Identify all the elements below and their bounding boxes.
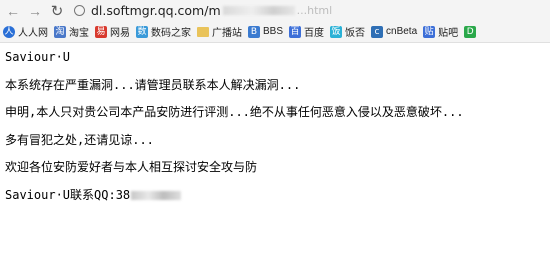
- bookmark-label: 百度: [304, 28, 325, 39]
- url-host: dl.softmgr.qq.com/: [91, 3, 209, 18]
- qq-number-redacted: [131, 190, 182, 200]
- bookmark-label: 饭否: [345, 28, 366, 39]
- mydigit-icon: 数: [136, 25, 148, 38]
- url-visible-prefix: m: [208, 3, 221, 18]
- bookmark-tieba[interactable]: 贴贴吧: [423, 24, 458, 39]
- page-info-icon[interactable]: [74, 5, 85, 16]
- bookmark-label: 贴吧: [438, 28, 459, 39]
- cnbeta-icon: c: [371, 25, 384, 38]
- fanfou-icon: 饭: [330, 25, 343, 38]
- browser-toolbar: ← → ↻ dl.softmgr.qq.com/ m ...html: [0, 0, 550, 21]
- folder-icon: [197, 26, 209, 37]
- bookmark-folder[interactable]: 广播站: [197, 24, 242, 39]
- disclaimer: 申明,本人只对贵公司本产品安防进行评测...绝不从事任何恶意入侵以及恶意破坏..…: [5, 105, 464, 119]
- page-content: Saviour·U 本系统存在严重漏洞...请管理员联系本人解决漏洞... 申明…: [5, 51, 464, 216]
- netease-icon: 易: [95, 25, 107, 38]
- contact-qq: Saviour·U联系QQ:38: [5, 187, 131, 202]
- bookmark-fanfou[interactable]: 饭饭否: [330, 24, 365, 39]
- bookmarks-bar: 人人人网淘淘宝易网易数数码之家 广播站 B BBS 百百度饭饭否 c cnBeta 贴贴吧 D: [0, 21, 550, 43]
- bookmark-label: 广播站: [212, 28, 242, 39]
- bookmark-label: 数码之家: [151, 28, 191, 39]
- bookmark-renren[interactable]: 人人人网: [3, 24, 48, 39]
- bbs-icon: B: [248, 25, 260, 38]
- vulnerability-notice: 本系统存在严重漏洞...请管理员联系本人解决漏洞...: [5, 77, 301, 92]
- url-redacted: [222, 6, 295, 15]
- forward-button[interactable]: →: [26, 2, 44, 20]
- back-button[interactable]: ←: [4, 2, 22, 20]
- reload-button[interactable]: ↻: [48, 2, 66, 20]
- author-name: Saviour·U: [5, 50, 71, 64]
- taobao-icon: 淘: [54, 25, 66, 38]
- apology: 多有冒犯之处,还请见谅...: [5, 132, 154, 147]
- bookmark-green-app[interactable]: D: [464, 25, 479, 38]
- bookmark-bbs[interactable]: B BBS: [248, 25, 284, 38]
- url-tail: ...html: [296, 4, 333, 17]
- bookmark-label: BBS: [263, 26, 284, 37]
- back-arrow-icon: ←: [6, 2, 20, 19]
- bookmark-label: 淘宝: [69, 28, 89, 39]
- address-bar[interactable]: dl.softmgr.qq.com/ m ...html: [74, 3, 332, 18]
- contact-line: Saviour·U联系QQ:38: [5, 189, 464, 201]
- bookmark-cnbeta[interactable]: c cnBeta: [371, 25, 418, 38]
- forward-arrow-icon: →: [28, 2, 42, 19]
- bookmark-baidu[interactable]: 百百度: [289, 24, 324, 39]
- tieba-icon: 贴: [423, 25, 436, 38]
- bookmark-label: 人人网: [18, 28, 48, 39]
- green-app-icon: D: [464, 25, 477, 38]
- bookmark-netease[interactable]: 易网易: [95, 24, 130, 39]
- baidu-icon: 百: [289, 25, 302, 38]
- reload-icon: ↻: [50, 2, 64, 20]
- bookmark-label: 网易: [110, 28, 130, 39]
- bookmark-mydigit[interactable]: 数数码之家: [136, 24, 191, 39]
- renren-icon: 人: [3, 25, 15, 38]
- bookmark-label: cnBeta: [386, 26, 418, 37]
- welcome-text: 欢迎各位安防爱好者与本人相互探讨安全攻与防: [5, 160, 258, 174]
- bookmark-taobao[interactable]: 淘淘宝: [54, 24, 89, 39]
